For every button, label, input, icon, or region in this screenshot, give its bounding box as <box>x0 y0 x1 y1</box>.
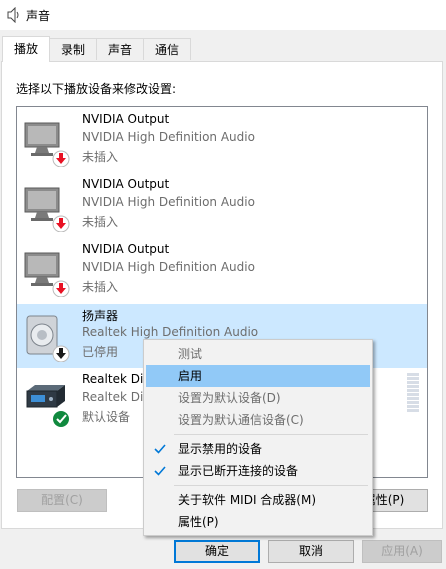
device-name: NVIDIA Output <box>82 242 170 256</box>
digital-output-icon <box>23 379 75 427</box>
device-status: 未插入 <box>82 280 119 294</box>
device-description: Realtek High Definition Audio <box>82 325 259 339</box>
apply-button[interactable]: 应用(A) <box>362 540 442 563</box>
checkmark-icon <box>153 463 167 477</box>
speaker-device-icon <box>23 314 75 363</box>
device-row[interactable]: NVIDIA Output NVIDIA High Definition Aud… <box>17 174 427 238</box>
device-name: NVIDIA Output <box>82 112 170 126</box>
device-row[interactable]: NVIDIA Output NVIDIA High Definition Aud… <box>17 239 427 303</box>
menu-separator <box>174 485 368 486</box>
menu-item-properties[interactable]: 属性(P) <box>146 511 370 533</box>
menu-item-set-default-communication-device[interactable]: 设置为默认通信设备(C) <box>146 409 370 431</box>
tab-recording[interactable]: 录制 <box>49 38 97 60</box>
tab-playback[interactable]: 播放 <box>2 36 50 62</box>
menu-item-about-midi-synth[interactable]: 关于软件 MIDI 合成器(M) <box>146 489 370 511</box>
device-status: 未插入 <box>82 215 119 229</box>
volume-level-meter <box>407 373 419 415</box>
menu-item-set-default-device[interactable]: 设置为默认设备(D) <box>146 387 370 409</box>
configure-button[interactable]: 配置(C) <box>17 489 107 512</box>
menu-item-show-disconnected-devices[interactable]: 显示已断开连接的设备 <box>146 460 370 482</box>
checkmark-icon <box>153 441 167 455</box>
device-description: NVIDIA High Definition Audio <box>82 195 255 209</box>
context-menu: 测试 启用 设置为默认设备(D) 设置为默认通信设备(C) 显示禁用的设备 显示… <box>143 339 373 536</box>
menu-item-label: 显示禁用的设备 <box>178 442 263 456</box>
ok-button[interactable]: 确定 <box>174 540 260 563</box>
instruction-text: 选择以下播放设备来修改设置: <box>16 82 177 96</box>
menu-item-enable[interactable]: 启用 <box>146 365 370 387</box>
title-bar <box>0 0 446 30</box>
menu-item-label: 测试 <box>178 347 203 361</box>
menu-item-label: 设置为默认通信设备(C) <box>178 413 304 427</box>
menu-item-label: 设置为默认设备(D) <box>178 391 281 405</box>
device-row[interactable]: NVIDIA Output NVIDIA High Definition Aud… <box>17 109 427 173</box>
menu-item-label: 属性(P) <box>178 515 219 529</box>
monitor-icon <box>23 184 75 233</box>
device-description: NVIDIA High Definition Audio <box>82 260 255 274</box>
device-name: 扬声器 <box>82 309 119 323</box>
cancel-button[interactable]: 取消 <box>268 540 354 563</box>
device-description: NVIDIA High Definition Audio <box>82 130 255 144</box>
monitor-icon <box>23 249 75 298</box>
window-title: 声音 <box>26 9 51 23</box>
device-status: 未插入 <box>82 150 119 164</box>
device-status: 已停用 <box>82 345 119 359</box>
menu-item-label: 显示已断开连接的设备 <box>178 464 299 478</box>
menu-item-test[interactable]: 测试 <box>146 343 370 365</box>
green-check-badge <box>53 411 69 427</box>
device-name: Realtek Di <box>82 372 144 386</box>
device-name: NVIDIA Output <box>82 177 170 191</box>
speaker-icon <box>6 6 20 24</box>
tab-communications[interactable]: 通信 <box>143 38 191 60</box>
device-description: Realtek Di <box>82 390 144 404</box>
menu-item-label: 启用 <box>178 369 203 383</box>
menu-item-label: 关于软件 MIDI 合成器(M) <box>178 493 317 507</box>
menu-separator <box>174 434 368 435</box>
device-status: 默认设备 <box>82 410 131 424</box>
menu-item-show-disabled-devices[interactable]: 显示禁用的设备 <box>146 438 370 460</box>
monitor-icon <box>23 119 75 168</box>
tab-sounds[interactable]: 声音 <box>96 38 144 60</box>
